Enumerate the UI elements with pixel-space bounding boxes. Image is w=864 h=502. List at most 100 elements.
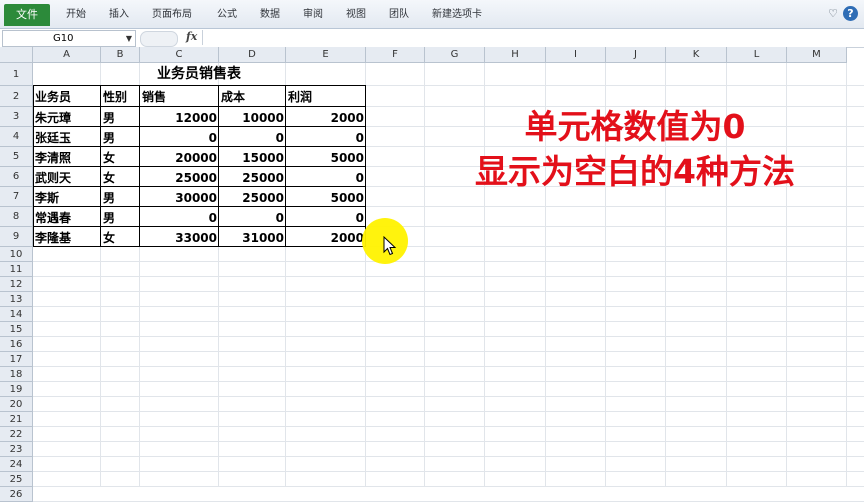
data-cell[interactable]: 李清照 — [33, 147, 101, 167]
data-cell[interactable]: 10000 — [219, 107, 286, 127]
row-header-1[interactable]: 1 — [0, 63, 33, 86]
select-all-corner[interactable] — [0, 47, 33, 63]
column-header-b[interactable]: B — [101, 47, 140, 63]
data-cell[interactable]: 12000 — [140, 107, 219, 127]
data-cell[interactable]: 男 — [101, 187, 140, 207]
row-header-17[interactable]: 17 — [0, 352, 33, 367]
row-header-10[interactable]: 10 — [0, 247, 33, 262]
tab-page-layout[interactable]: 页面布局 — [152, 4, 192, 26]
data-cell[interactable]: 0 — [140, 207, 219, 227]
data-cell[interactable]: 男 — [101, 127, 140, 147]
tab-file[interactable]: 文件 — [4, 4, 50, 26]
data-cell[interactable]: 0 — [286, 167, 366, 187]
row-header-26[interactable]: 26 — [0, 487, 33, 502]
data-cell[interactable]: 20000 — [140, 147, 219, 167]
tab-formulas[interactable]: 公式 — [217, 4, 237, 26]
row-header-23[interactable]: 23 — [0, 442, 33, 457]
data-cell[interactable]: 武则天 — [33, 167, 101, 187]
column-header-c[interactable]: C — [140, 47, 219, 63]
insert-function-icon[interactable]: fx — [186, 30, 197, 43]
column-header-e[interactable]: E — [286, 47, 366, 63]
data-cell[interactable]: 5000 — [286, 147, 366, 167]
row-header-7[interactable]: 7 — [0, 187, 33, 207]
row-header-11[interactable]: 11 — [0, 262, 33, 277]
row-header-15[interactable]: 15 — [0, 322, 33, 337]
data-cell[interactable]: 女 — [101, 147, 140, 167]
data-cell[interactable]: 男 — [101, 207, 140, 227]
data-cell[interactable]: 5000 — [286, 187, 366, 207]
table-border-line — [33, 226, 366, 227]
tab-insert[interactable]: 插入 — [109, 4, 129, 26]
formula-input[interactable] — [202, 30, 863, 45]
data-cell[interactable]: 25000 — [140, 167, 219, 187]
column-header-l[interactable]: L — [727, 47, 787, 63]
row-header-8[interactable]: 8 — [0, 207, 33, 227]
row-header-21[interactable]: 21 — [0, 412, 33, 427]
data-cell[interactable]: 0 — [219, 207, 286, 227]
data-cell[interactable]: 2000 — [286, 227, 366, 247]
data-cell[interactable]: 15000 — [219, 147, 286, 167]
column-header-k[interactable]: K — [666, 47, 727, 63]
data-cell[interactable]: 33000 — [140, 227, 219, 247]
row-header-24[interactable]: 24 — [0, 457, 33, 472]
column-header-g[interactable]: G — [425, 47, 485, 63]
column-header-a[interactable]: A — [33, 47, 101, 63]
data-cell[interactable]: 0 — [286, 207, 366, 227]
data-cell[interactable]: 朱元璋 — [33, 107, 101, 127]
tab-view[interactable]: 视图 — [346, 4, 366, 26]
header-cell[interactable]: 性别 — [101, 86, 140, 107]
header-cell[interactable]: 销售 — [140, 86, 219, 107]
column-header-f[interactable]: F — [366, 47, 425, 63]
row-header-16[interactable]: 16 — [0, 337, 33, 352]
formula-bar-splitter[interactable] — [140, 31, 178, 47]
row-header-20[interactable]: 20 — [0, 397, 33, 412]
row-header-3[interactable]: 3 — [0, 107, 33, 127]
row-header-18[interactable]: 18 — [0, 367, 33, 382]
column-header-i[interactable]: I — [546, 47, 606, 63]
tab-data[interactable]: 数据 — [260, 4, 280, 26]
column-header-j[interactable]: J — [606, 47, 666, 63]
row-gridline — [33, 396, 864, 397]
data-cell[interactable]: 0 — [140, 127, 219, 147]
name-box[interactable]: G10 ▼ — [2, 30, 136, 47]
column-header-d[interactable]: D — [219, 47, 286, 63]
row-header-6[interactable]: 6 — [0, 167, 33, 187]
tab-team[interactable]: 团队 — [389, 4, 409, 26]
data-cell[interactable]: 常遇春 — [33, 207, 101, 227]
row-header-9[interactable]: 9 — [0, 227, 33, 247]
tab-new-tab[interactable]: 新建选项卡 — [432, 4, 482, 26]
sheet-title-cell[interactable]: 业务员销售表 — [33, 63, 365, 86]
minimize-ribbon-icon[interactable]: ♡ — [826, 7, 840, 21]
row-header-22[interactable]: 22 — [0, 427, 33, 442]
header-cell[interactable]: 成本 — [219, 86, 286, 107]
data-cell[interactable]: 女 — [101, 227, 140, 247]
row-header-12[interactable]: 12 — [0, 277, 33, 292]
tab-review[interactable]: 审阅 — [303, 4, 323, 26]
column-header-m[interactable]: M — [787, 47, 847, 63]
data-cell[interactable]: 25000 — [219, 187, 286, 207]
column-header-h[interactable]: H — [485, 47, 546, 63]
data-cell[interactable]: 李斯 — [33, 187, 101, 207]
row-header-2[interactable]: 2 — [0, 86, 33, 107]
data-cell[interactable]: 30000 — [140, 187, 219, 207]
data-cell[interactable]: 李隆基 — [33, 227, 101, 247]
data-cell[interactable]: 张廷玉 — [33, 127, 101, 147]
tab-home[interactable]: 开始 — [66, 4, 86, 26]
chevron-down-icon[interactable]: ▼ — [126, 31, 132, 46]
row-header-19[interactable]: 19 — [0, 382, 33, 397]
row-header-5[interactable]: 5 — [0, 147, 33, 167]
data-cell[interactable]: 2000 — [286, 107, 366, 127]
header-cell[interactable]: 利润 — [286, 86, 366, 107]
data-cell[interactable]: 25000 — [219, 167, 286, 187]
data-cell[interactable]: 男 — [101, 107, 140, 127]
help-icon[interactable]: ? — [843, 6, 858, 21]
row-header-4[interactable]: 4 — [0, 127, 33, 147]
row-header-25[interactable]: 25 — [0, 472, 33, 487]
row-header-13[interactable]: 13 — [0, 292, 33, 307]
header-cell[interactable]: 业务员 — [33, 86, 101, 107]
data-cell[interactable]: 0 — [219, 127, 286, 147]
data-cell[interactable]: 0 — [286, 127, 366, 147]
data-cell[interactable]: 女 — [101, 167, 140, 187]
row-header-14[interactable]: 14 — [0, 307, 33, 322]
data-cell[interactable]: 31000 — [219, 227, 286, 247]
